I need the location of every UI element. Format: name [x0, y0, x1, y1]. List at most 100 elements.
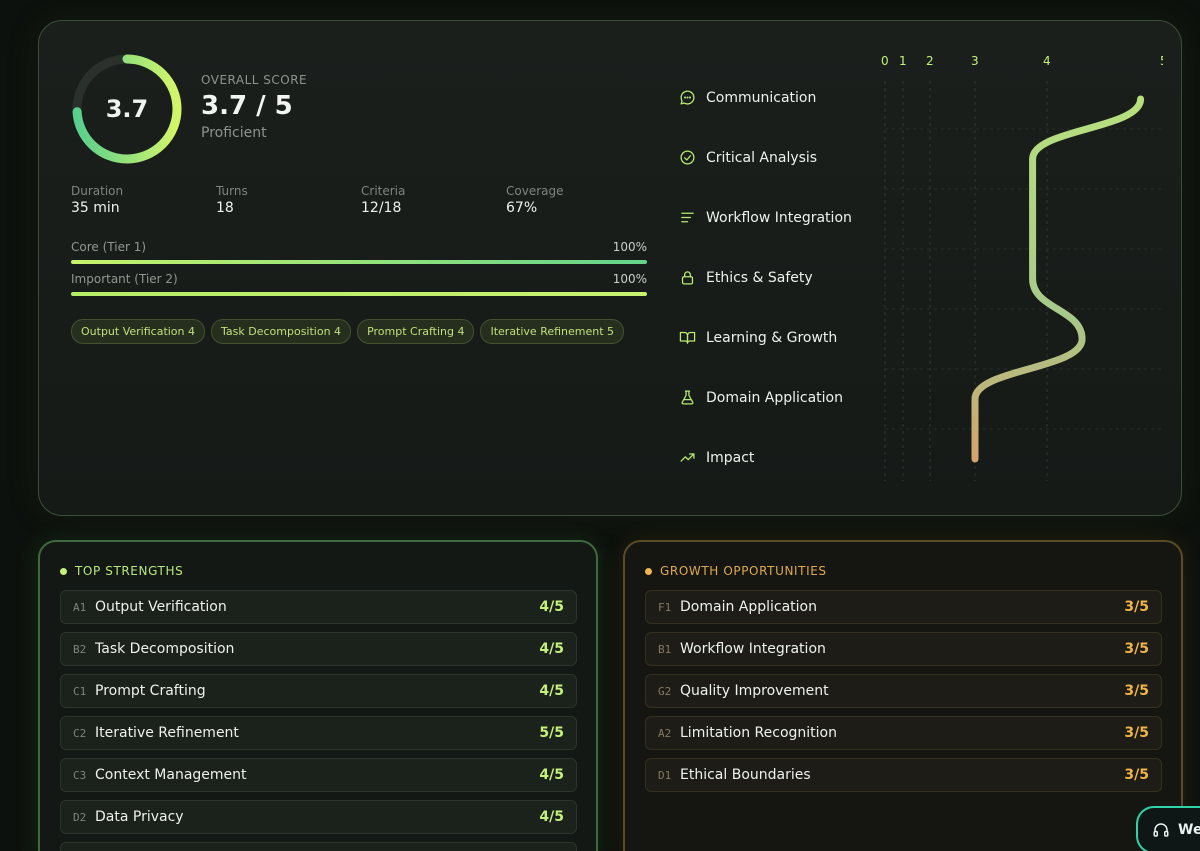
list-item[interactable]: G2 Quality Improvement 3/5: [645, 674, 1162, 708]
criterion-score: 3/5: [1124, 725, 1149, 741]
list-item[interactable]: C2 Iterative Refinement 5/5: [60, 716, 577, 750]
criterion-score: 3/5: [1124, 599, 1149, 615]
criterion-score: 4/5: [539, 641, 564, 657]
criterion-code: D2: [73, 810, 87, 824]
tier-label: Important (Tier 2): [71, 272, 178, 286]
criterion-name: Iterative Refinement: [95, 725, 239, 741]
skill-impact: Impact: [679, 449, 754, 466]
trend-icon: [680, 453, 695, 462]
chat-label: We: [1178, 822, 1200, 838]
skill-label: Workflow Integration: [706, 209, 852, 226]
list-item[interactable]: D1 Ethical Boundaries 3/5: [645, 758, 1162, 792]
chip[interactable]: Task Decomposition 4: [211, 319, 352, 344]
list-item[interactable]: C1 Prompt Crafting 4/5: [60, 674, 577, 708]
criterion-name: Task Decomposition: [95, 641, 235, 657]
criterion-name: Output Verification: [95, 599, 227, 615]
criterion-code: A2: [658, 726, 672, 740]
axis-tick-label: 3: [971, 54, 979, 68]
list-item[interactable]: D2 Data Privacy 4/5: [60, 800, 577, 834]
criterion-name: Limitation Recognition: [680, 725, 837, 741]
list-item[interactable]: A1 Output Verification 4/5: [60, 590, 577, 624]
criterion-name: Data Privacy: [95, 809, 184, 825]
growth-opportunities-panel: GROWTH OPPORTUNITIES F1 Domain Applicatio…: [623, 540, 1183, 851]
tier-progress-bar: [71, 260, 647, 264]
skill-label: Communication: [706, 89, 817, 106]
growth-list: F1 Domain Application 3/5 B1 Workflow Integ…: [645, 590, 1162, 800]
criterion-code: F1: [658, 600, 672, 614]
stat-criteria: Criteria 12/18: [361, 184, 506, 216]
chat-icon: [680, 90, 695, 105]
flask-icon: [681, 390, 694, 405]
skill-label: Domain Application: [706, 389, 843, 406]
criterion-name: Prompt Crafting: [95, 683, 206, 699]
overall-score-value: 3.7 / 5: [201, 91, 293, 121]
skill-score-axis-chart: 01 2 3 4 5: [881, 54, 1163, 481]
skill-domain-application: Domain Application: [679, 389, 843, 406]
growth-opportunities-title: GROWTH OPPORTUNITIES: [660, 564, 827, 578]
ring-score: 3.7: [105, 95, 149, 123]
strengths-list: A1 Output Verification 4/5 B2 Task Decompos…: [60, 590, 577, 851]
criterion-name: Domain Application: [680, 599, 817, 615]
chip[interactable]: Iterative Refinement 5: [480, 319, 625, 344]
criterion-name: Ethical Boundaries: [680, 767, 811, 783]
list-item[interactable]: F1 Domain Application 3/5: [645, 590, 1162, 624]
criterion-code: C1: [73, 684, 87, 698]
stat-value: 18: [216, 200, 234, 216]
list-item[interactable]: C3 Context Management 4/5: [60, 758, 577, 792]
axis-tick-label: 2: [926, 54, 934, 68]
top-strengths-panel: TOP STRENGTHS A1 Output Verification 4/5 B…: [38, 540, 598, 851]
tier-progress-bar: [71, 292, 647, 296]
check-circle-icon: [680, 150, 695, 165]
status-dot: [60, 567, 67, 575]
skill-label: Impact: [706, 449, 755, 466]
chip[interactable]: Output Verification 4: [71, 319, 206, 344]
stat-coverage: Coverage 67%: [506, 184, 651, 216]
criterion-code: A1: [73, 600, 87, 614]
criterion-name: Workflow Integration: [680, 641, 826, 657]
skill-workflow-integration: Workflow Integration: [679, 209, 852, 226]
stats-row: Duration 35 min Turns 18 Criteria 12/18 …: [71, 184, 651, 216]
stat-label: Coverage: [506, 184, 564, 198]
tier-important-progress: Important (Tier 2) 100%: [71, 272, 647, 296]
criterion-code: D1: [658, 768, 672, 782]
chip[interactable]: Prompt Crafting 4: [357, 319, 475, 344]
skill-label: Learning & Growth: [706, 329, 838, 346]
skill-ethics-safety: Ethics & Safety: [679, 269, 813, 286]
list-item[interactable]: A2 Limitation Recognition 3/5: [645, 716, 1162, 750]
stat-value: 12/18: [361, 200, 402, 216]
criterion-score: 4/5: [539, 809, 564, 825]
criterion-code: C3: [73, 768, 87, 782]
lock-icon: [681, 271, 694, 285]
tier-percent: 100%: [612, 240, 647, 254]
proficiency-level: Proficient: [201, 125, 267, 141]
criterion-score: 3/5: [1124, 767, 1149, 783]
axis-tick-label: 4: [1043, 54, 1051, 68]
strength-chips: Output Verification 4 Task Decomposition…: [71, 319, 625, 344]
support-chat-button[interactable]: We: [1136, 806, 1200, 851]
skill-communication: Communication: [679, 89, 816, 106]
skill-score-line: [971, 95, 1145, 463]
list-item[interactable]: B2 Task Decomposition 4/5: [60, 632, 577, 666]
overall-score-label: OVERALL SCORE: [201, 73, 308, 87]
stat-label: Duration: [71, 184, 124, 198]
axis-tick-label: 5: [1160, 54, 1163, 68]
stat-duration: Duration 35 min: [71, 184, 216, 216]
stat-label: Turns: [216, 184, 248, 198]
panel-title: GROWTH OPPORTUNITIES: [645, 564, 827, 578]
stat-label: Criteria: [361, 184, 406, 198]
lines-icon: [681, 212, 694, 223]
criterion-score: 4/5: [539, 683, 564, 699]
criterion-score: 4/5: [539, 767, 564, 783]
skill-label: Critical Analysis: [706, 149, 818, 166]
criterion-code: B2: [73, 642, 87, 656]
tier-label: Core (Tier 1): [71, 240, 147, 254]
criterion-score: 3/5: [1124, 641, 1149, 657]
skill-learning-growth: Learning & Growth: [679, 329, 837, 346]
criterion-score: 4/5: [539, 599, 564, 615]
list-item[interactable]: B1 Workflow Integration 3/5: [645, 632, 1162, 666]
stat-turns: Turns 18: [216, 184, 361, 216]
tier-percent: 100%: [612, 272, 647, 286]
criterion-score: 3/5: [1124, 683, 1149, 699]
list-item[interactable]: [60, 842, 577, 851]
stat-value: 35 min: [71, 200, 120, 216]
